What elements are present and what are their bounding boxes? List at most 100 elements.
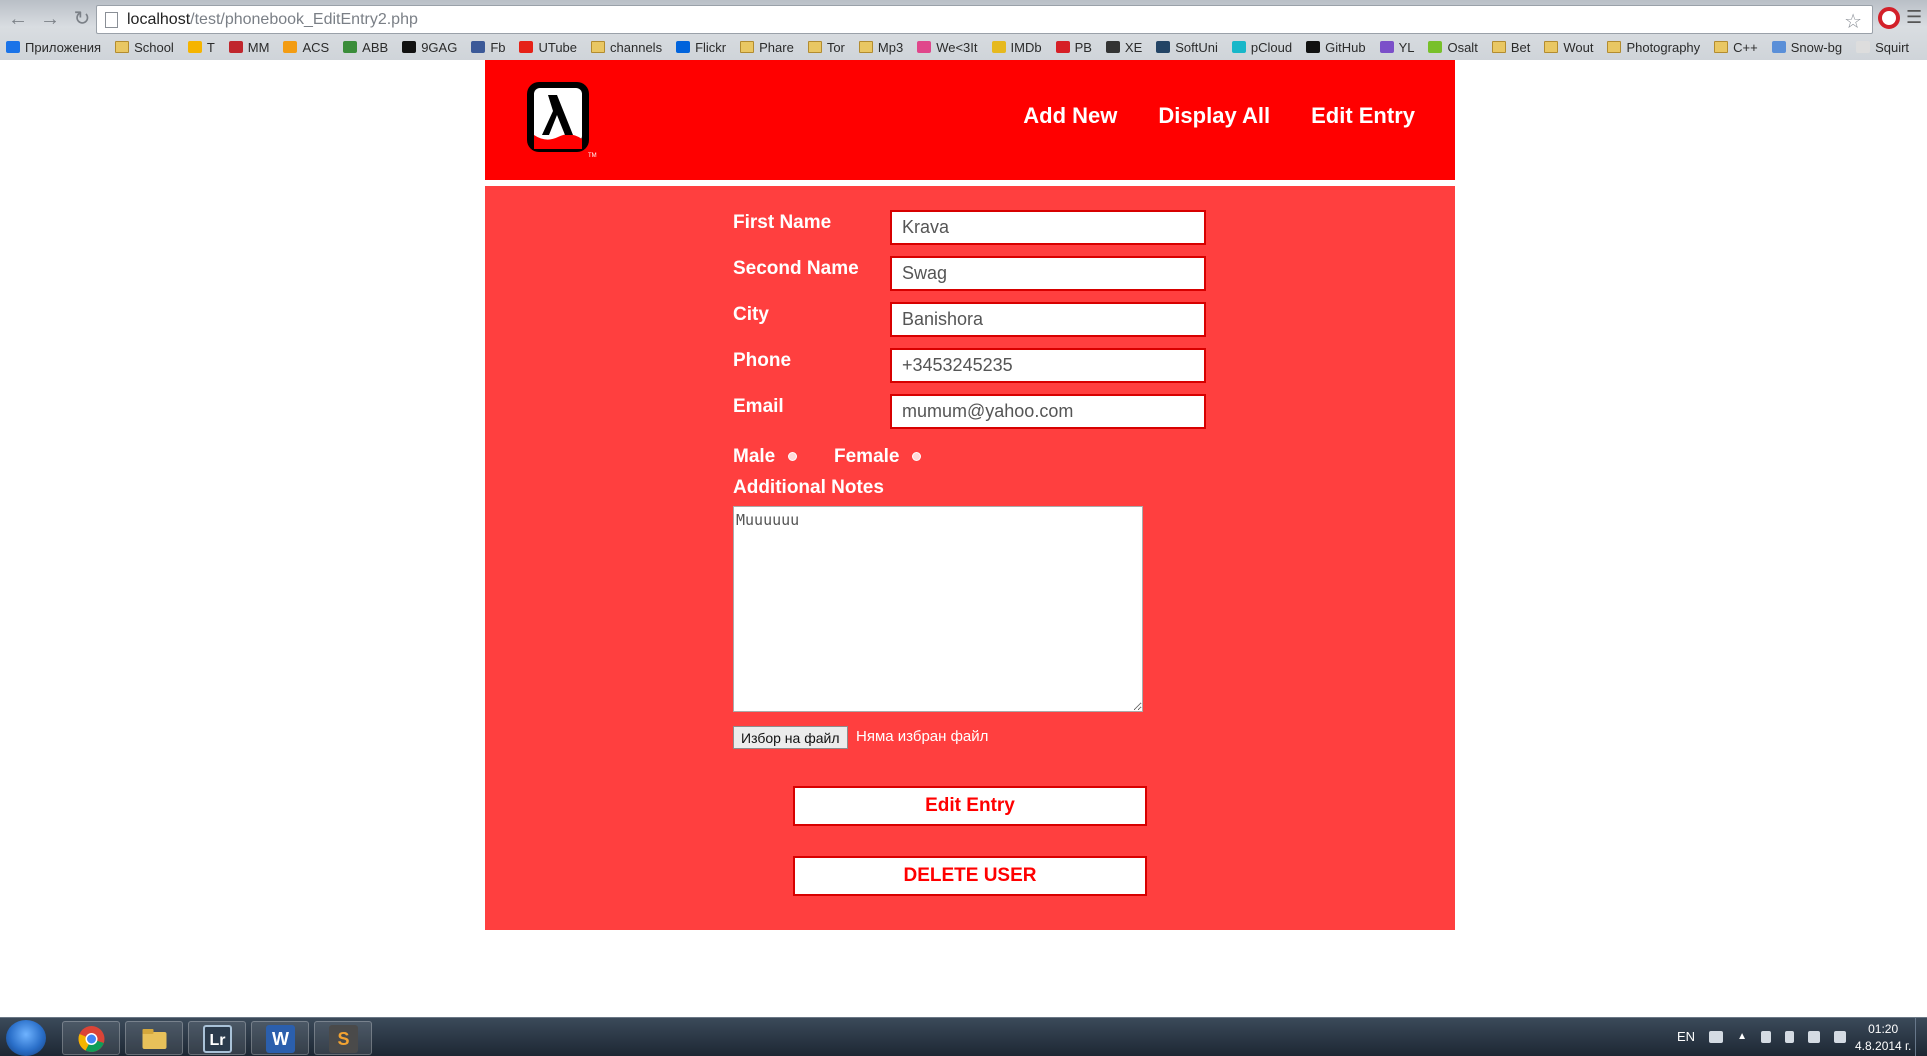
nav-edit-entry[interactable]: Edit Entry bbox=[1311, 103, 1415, 129]
taskbar-chrome[interactable] bbox=[62, 1021, 120, 1055]
female-radio[interactable] bbox=[912, 452, 921, 461]
bookmark-star-icon[interactable]: ☆ bbox=[1844, 9, 1862, 34]
bookmark-item[interactable]: YL bbox=[1379, 39, 1415, 55]
volume-icon[interactable] bbox=[1833, 1030, 1846, 1043]
menu-icon[interactable]: ☰ bbox=[1906, 8, 1922, 26]
bookmark-item[interactable]: Flickr bbox=[676, 40, 726, 55]
bookmark-item[interactable]: XE bbox=[1105, 40, 1142, 55]
edit-entry-button[interactable]: Edit Entry bbox=[793, 786, 1147, 826]
bookmark-item[interactable]: C++ bbox=[1714, 40, 1758, 55]
folder-icon bbox=[115, 41, 130, 53]
bookmark-item[interactable]: pCloud bbox=[1231, 40, 1292, 55]
back-icon[interactable]: ← bbox=[4, 6, 32, 32]
email-input[interactable] bbox=[890, 394, 1206, 429]
url-host: localhost bbox=[127, 10, 191, 28]
folder-icon bbox=[740, 41, 755, 53]
bookmark-label: School bbox=[134, 39, 174, 55]
bookmark-label: Phare bbox=[759, 39, 794, 55]
second-name-input[interactable] bbox=[890, 256, 1206, 291]
battery-icon[interactable] bbox=[1784, 1030, 1794, 1043]
nav-display-all[interactable]: Display All bbox=[1158, 103, 1270, 129]
imdb-icon bbox=[991, 41, 1006, 53]
delete-user-button[interactable]: DELETE USER bbox=[793, 856, 1147, 896]
bookmark-item[interactable]: SoftUni bbox=[1156, 40, 1218, 55]
system-clock[interactable]: 01:20 4.8.2014 г. bbox=[1855, 1021, 1911, 1055]
nav-add-new[interactable]: Add New bbox=[1023, 103, 1117, 129]
taskbar-explorer[interactable] bbox=[125, 1021, 183, 1055]
forward-icon[interactable]: → bbox=[36, 6, 64, 32]
bookmark-item[interactable]: We<3It bbox=[917, 39, 978, 55]
folder-icon bbox=[591, 41, 606, 53]
start-button[interactable] bbox=[6, 1020, 46, 1056]
city-input[interactable] bbox=[890, 302, 1206, 337]
language-indicator[interactable]: EN bbox=[1677, 1029, 1695, 1044]
bookmark-icon bbox=[1105, 41, 1120, 53]
city-label: City bbox=[733, 304, 769, 325]
additional-notes-textarea[interactable]: Muuuuuu bbox=[733, 506, 1143, 712]
taskbar-sublime[interactable]: S bbox=[314, 1021, 372, 1055]
bookmark-label: Mp3 bbox=[877, 39, 904, 55]
github-icon bbox=[1306, 41, 1321, 53]
second-name-label: Second Name bbox=[733, 258, 859, 279]
bookmark-item[interactable]: ACS bbox=[283, 40, 329, 55]
clock-date: 4.8.2014 г. bbox=[1855, 1039, 1912, 1053]
bookmark-item[interactable]: T bbox=[187, 40, 215, 55]
bookmark-item[interactable]: Osalt bbox=[1428, 40, 1478, 55]
bookmark-item[interactable]: IMDb bbox=[991, 40, 1042, 55]
facebook-icon bbox=[471, 41, 486, 53]
bookmark-item[interactable]: PB bbox=[1055, 40, 1092, 55]
bookmark-item[interactable]: School bbox=[115, 40, 174, 55]
bookmark-item[interactable]: Phare bbox=[740, 40, 794, 55]
bookmark-label: Bet bbox=[1510, 39, 1531, 55]
bookmark-item[interactable]: Photography bbox=[1607, 40, 1700, 55]
yellow-pages-logo-icon[interactable]: TM bbox=[524, 79, 598, 161]
choose-file-button[interactable]: Избор на файл bbox=[733, 726, 848, 749]
bookmark-label: YL bbox=[1398, 39, 1415, 55]
bookmark-icon bbox=[1055, 41, 1070, 53]
bookmark-item[interactable]: 9GAG bbox=[402, 40, 457, 55]
bookmark-item[interactable]: Wout bbox=[1544, 40, 1593, 55]
bookmark-item[interactable]: Snow-bg bbox=[1771, 40, 1842, 55]
bookmark-item[interactable]: channels bbox=[591, 40, 662, 55]
bookmark-label: Tor bbox=[826, 39, 845, 55]
bookmark-item[interactable]: MM bbox=[228, 39, 270, 55]
bookmark-item[interactable]: Mp3 bbox=[858, 39, 904, 55]
svg-text:TM: TM bbox=[588, 153, 597, 159]
snowflake-icon bbox=[1771, 41, 1786, 53]
bookmark-item[interactable]: Bet bbox=[1491, 39, 1531, 55]
bookmark-item[interactable]: Tor bbox=[807, 39, 845, 55]
file-status-text: Няма избран файл bbox=[856, 728, 989, 745]
email-label: Email bbox=[733, 396, 784, 417]
keyboard-icon[interactable] bbox=[1709, 1030, 1724, 1043]
phone-input[interactable] bbox=[890, 348, 1206, 383]
taskbar-lightroom[interactable]: Lr bbox=[188, 1021, 246, 1055]
clock-time: 01:20 bbox=[1868, 1022, 1899, 1036]
url-text[interactable]: localhost/test/phonebook_EditEntry2.php bbox=[127, 11, 418, 29]
first-name-input[interactable] bbox=[890, 210, 1206, 245]
bookmark-item[interactable]: GitHub bbox=[1306, 39, 1366, 55]
bookmark-label: MM bbox=[247, 39, 270, 55]
reload-icon[interactable]: ↻ bbox=[68, 6, 96, 32]
address-bar[interactable]: localhost/test/phonebook_EditEntry2.php … bbox=[96, 5, 1873, 34]
bookmark-item[interactable]: Приложения bbox=[6, 40, 101, 55]
bookmark-item[interactable]: ABB bbox=[343, 40, 388, 55]
taskbar-word[interactable]: W bbox=[251, 1021, 309, 1055]
page-icon bbox=[105, 11, 118, 28]
folder-icon bbox=[1544, 41, 1559, 53]
tray-expand-icon[interactable]: ▲ bbox=[1737, 1031, 1747, 1042]
cloud-icon bbox=[1231, 41, 1246, 53]
male-radio[interactable] bbox=[788, 452, 797, 461]
bookmark-item[interactable]: Fb bbox=[471, 40, 505, 55]
youtube-icon bbox=[519, 41, 534, 53]
opera-extension-icon[interactable] bbox=[1878, 7, 1900, 29]
bookmarks-bar: Приложения School T MM ACS ABB 9GAG Fb UTube chan… bbox=[6, 36, 1922, 58]
bookmark-item[interactable]: Squirt bbox=[1856, 40, 1909, 55]
action-center-flag-icon[interactable] bbox=[1760, 1030, 1771, 1043]
browser-chrome: ← → ↻ localhost/test/phonebook_EditEntry… bbox=[0, 0, 1927, 60]
bookmark-item[interactable]: UTube bbox=[519, 40, 577, 55]
bookmark-label: GitHub bbox=[1325, 39, 1366, 55]
male-label: Male bbox=[733, 446, 776, 467]
network-signal-icon[interactable] bbox=[1807, 1030, 1820, 1043]
show-desktop-button[interactable] bbox=[1915, 1018, 1927, 1056]
bookmark-label: We<3It bbox=[936, 39, 978, 55]
